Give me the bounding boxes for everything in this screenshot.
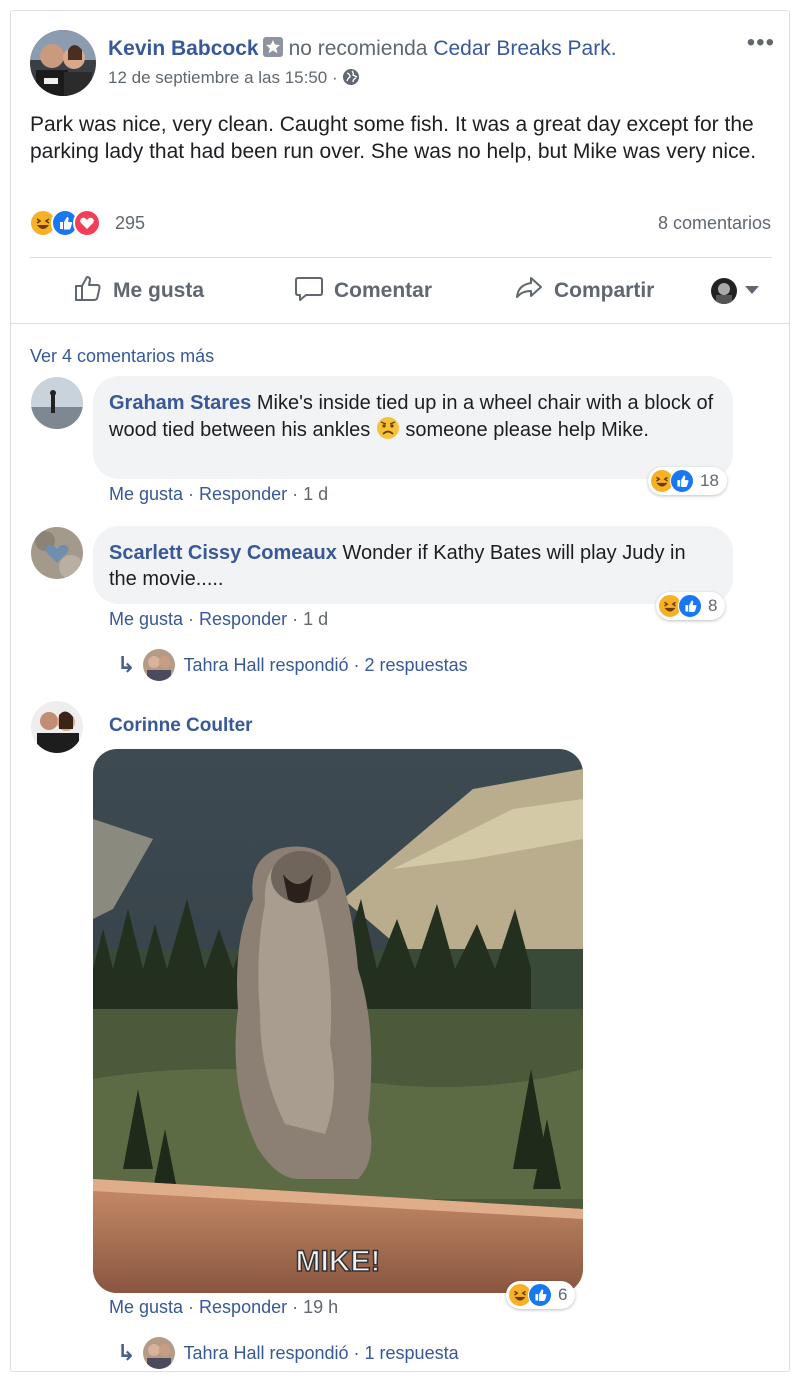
comment-time[interactable]: 19 h xyxy=(303,1297,338,1317)
share-label: Compartir xyxy=(554,279,655,302)
comment-like-link[interactable]: Me gusta xyxy=(109,609,183,629)
comment-label: Comentar xyxy=(334,279,433,302)
comment-like-link[interactable]: Me gusta xyxy=(109,484,183,504)
commenter-avatar[interactable] xyxy=(31,701,83,753)
comments-count[interactable]: 8 comentarios xyxy=(658,213,771,234)
comment-reactions[interactable]: 6 xyxy=(506,1281,576,1309)
recommend-verb: no recomienda xyxy=(288,37,428,60)
reaction-icons[interactable] xyxy=(29,209,101,237)
comment-reactions[interactable]: 8 xyxy=(656,592,726,620)
view-more-comments-link[interactable]: Ver 4 comentarios más xyxy=(30,346,214,367)
comment-meta: Me gusta · Responder · 1 d xyxy=(109,484,329,504)
gif-image[interactable]: MIKE! xyxy=(93,749,583,1293)
commenter-avatar[interactable] xyxy=(31,377,83,429)
comment-reaction-count: 8 xyxy=(708,596,718,615)
commenter-name[interactable]: Corinne Coulter xyxy=(109,715,253,737)
share-arrow-icon xyxy=(514,273,544,309)
commenter-name[interactable]: Graham Stares xyxy=(109,392,251,414)
replies-link[interactable]: ↳ Tahra Hall respondió · 1 respuesta xyxy=(117,1337,459,1369)
replies-link[interactable]: ↳ Tahra Hall respondió · 2 respuestas xyxy=(117,649,468,681)
viewer-avatar xyxy=(711,278,737,304)
like-icon xyxy=(678,594,702,618)
comment-reply-link[interactable]: Responder xyxy=(199,484,287,504)
like-label: Me gusta xyxy=(113,279,205,302)
comment-reply-link[interactable]: Responder xyxy=(199,1297,287,1317)
reply-summary: Tahra Hall respondió · 2 respuestas xyxy=(183,654,468,675)
comment-time[interactable]: 1 d xyxy=(303,484,328,504)
like-button[interactable]: Me gusta xyxy=(73,273,204,309)
commenter-avatar[interactable] xyxy=(31,527,83,579)
reply-arrow-icon: ↳ xyxy=(117,1340,136,1365)
divider xyxy=(11,323,789,324)
post-text: Park was nice, very clean. Caught some f… xyxy=(30,113,757,163)
reply-summary: Tahra Hall respondió · 1 respuesta xyxy=(183,1342,459,1363)
replier-avatar xyxy=(143,1337,176,1369)
comment-bubble: Graham Stares Mike's inside tied up in a… xyxy=(93,376,733,479)
like-icon xyxy=(528,1283,552,1307)
like-icon xyxy=(670,469,694,493)
review-star-icon xyxy=(262,37,283,57)
audience-selector[interactable] xyxy=(711,278,759,304)
author-avatar[interactable] xyxy=(30,30,96,96)
worried-emoji-icon xyxy=(376,416,400,447)
globe-icon xyxy=(342,68,360,91)
page-link[interactable]: Cedar Breaks Park. xyxy=(433,37,616,60)
comment-reply-link[interactable]: Responder xyxy=(199,609,287,629)
chevron-down-icon xyxy=(745,282,759,300)
more-options-icon[interactable]: ••• xyxy=(747,29,775,57)
gif-caption: MIKE! xyxy=(296,1245,381,1278)
author-name[interactable]: Kevin Babcock xyxy=(108,37,259,60)
comment-button[interactable]: Comentar xyxy=(294,273,432,309)
commenter-name[interactable]: Scarlett Cissy Comeaux xyxy=(109,542,337,564)
thumbs-up-icon xyxy=(73,273,103,309)
comment-bubble-icon xyxy=(294,273,324,309)
love-icon xyxy=(73,209,101,237)
reply-arrow-icon: ↳ xyxy=(117,652,136,677)
post-header: Kevin Babcock no recomienda Cedar Breaks … xyxy=(108,37,617,61)
comment-meta: Me gusta · Responder · 19 h xyxy=(109,1297,339,1317)
replier-avatar xyxy=(143,649,176,681)
divider xyxy=(30,257,772,258)
comment-meta: Me gusta · Responder · 1 d xyxy=(109,609,329,629)
comment-time[interactable]: 1 d xyxy=(303,609,328,629)
comment-reactions[interactable]: 18 xyxy=(648,467,727,495)
post-timestamp[interactable]: 12 de septiembre a las 15:50 · xyxy=(108,68,338,87)
post-card: Kevin Babcock no recomienda Cedar Breaks … xyxy=(10,10,790,1372)
comment-like-link[interactable]: Me gusta xyxy=(109,1297,183,1317)
comment-text-end: someone please help Mike. xyxy=(399,419,649,441)
comment-reaction-count: 6 xyxy=(558,1285,568,1304)
comment-bubble: Scarlett Cissy Comeaux Wonder if Kathy B… xyxy=(93,526,733,604)
comment-reaction-count: 18 xyxy=(700,471,719,490)
post-date: 12 de septiembre a las 15:50 · xyxy=(108,68,360,91)
reactions-count[interactable]: 295 xyxy=(115,213,145,234)
share-button[interactable]: Compartir xyxy=(514,273,654,309)
